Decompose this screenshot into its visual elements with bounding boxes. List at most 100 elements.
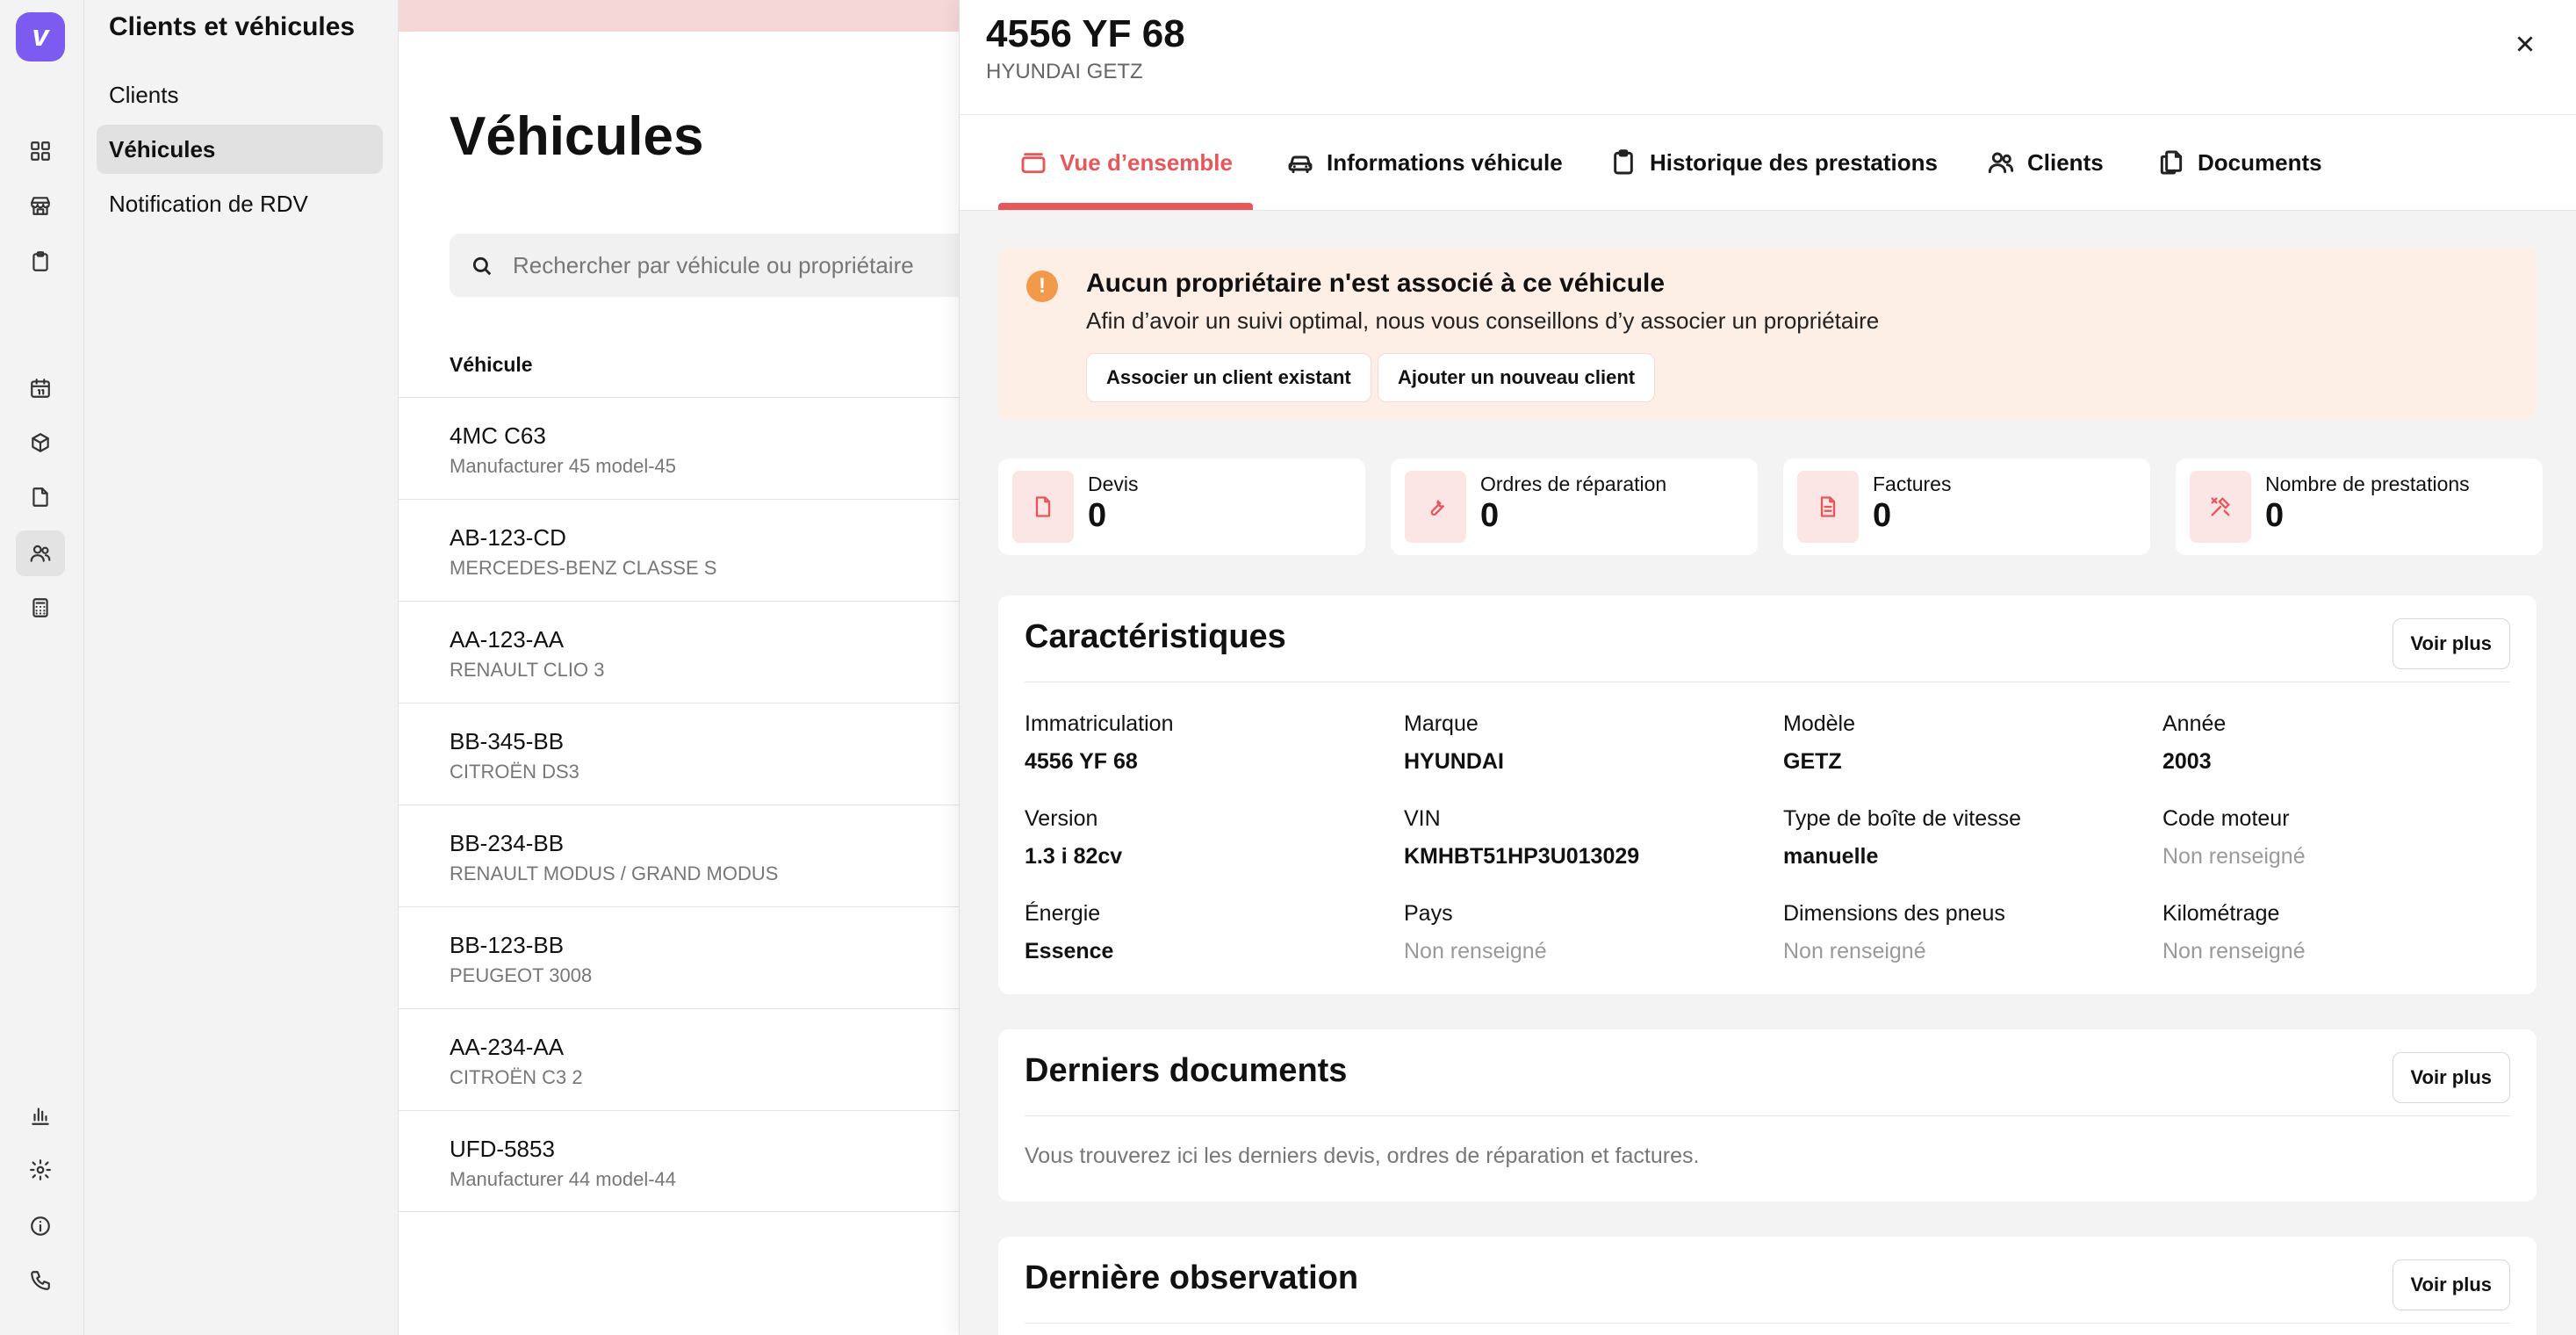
spec-label: Immatriculation [1025,711,1174,736]
table-row[interactable]: 4MC C63 Manufacturer 45 model-45 [399,397,961,499]
stat-label: Ordres de réparation [1480,473,1667,495]
tab-label: Historique des prestations [1650,148,1938,176]
spec-value: 2003 [2162,749,2212,774]
store-icon[interactable] [16,183,65,228]
table-row[interactable]: BB-123-BB PEUGEOT 3008 [399,906,961,1008]
vehicle-list-pane: Véhicules Véhicule 4MC C63 Manufacturer 4… [399,0,976,1335]
spec-label: Kilométrage [2162,901,2280,926]
tab-clients[interactable]: Clients [1987,115,2104,210]
spec-value: 4556 YF 68 [1025,749,1138,774]
app-rail: v [0,0,84,1335]
page-title: Véhicules [450,106,704,167]
voir-plus-caracteristiques-button[interactable]: Voir plus [2392,618,2510,669]
stat-nombre-prestations[interactable]: Nombre de prestations 0 [2176,458,2543,555]
voir-plus-observation-button[interactable]: Voir plus [2392,1259,2510,1310]
row-plate: AA-234-AA [450,1034,565,1060]
users-icon[interactable] [16,530,65,576]
table-row[interactable]: AA-234-AA CITROËN C3 2 [399,1008,961,1110]
phone-icon[interactable] [16,1258,65,1303]
tab-label: Informations véhicule [1327,148,1563,176]
clipboard-icon[interactable] [16,239,65,285]
derniere-observation-card: Dernière observation Voir plus [998,1237,2536,1335]
spec-value: Non renseigné [2162,844,2306,869]
overview-icon [1021,153,1046,174]
row-model: Manufacturer 45 model-45 [450,455,677,477]
search-input[interactable] [513,234,969,297]
spec-annee: Année 2003 [2162,711,2531,775]
package-icon[interactable] [16,420,65,465]
search-icon [472,256,492,276]
spec-label: VIN [1404,806,1441,831]
column-header-vehicule[interactable]: Véhicule [450,353,533,377]
spec-label: Type de boîte de vitesse [1783,806,2022,831]
row-plate: BB-345-BB [450,728,565,754]
calculator-icon[interactable] [16,585,65,631]
spec-value: Non renseigné [1783,939,1926,963]
app-logo[interactable]: v [16,12,65,61]
submenu-item-clients[interactable]: Clients [97,70,383,119]
close-button[interactable] [2508,26,2543,61]
row-plate: 4MC C63 [450,422,546,449]
table-row[interactable]: BB-234-BB RENAULT MODUS / GRAND MODUS [399,805,961,906]
derniers-documents-card: Derniers documents Voir plus Vous trouve… [998,1029,2536,1202]
stat-value: 0 [2265,497,2285,534]
spec-code-moteur: Code moteur Non renseigné [2162,806,2531,870]
submenu-title: Clients et véhicules [109,12,356,41]
warning-icon: ! [1026,271,1058,302]
row-plate: UFD-5853 [450,1136,555,1162]
stat-label: Factures [1873,473,1952,495]
spec-immatriculation: Immatriculation 4556 YF 68 [1025,711,1393,775]
vehicle-rows: 4MC C63 Manufacturer 45 model-45 AB-123-C… [399,397,961,1212]
spec-value: Non renseigné [2162,939,2306,963]
tab-documents[interactable]: Documents [2157,115,2322,210]
info-icon[interactable] [16,1203,65,1249]
spec-dimensions-pneus: Dimensions des pneus Non renseigné [1783,901,2152,964]
no-owner-alert: ! Aucun propriétaire n'est associé à ce … [998,248,2536,420]
table-row[interactable]: AA-123-AA RENAULT CLIO 3 [399,601,961,703]
row-model: RENAULT MODUS / GRAND MODUS [450,862,779,884]
card-title: Dernière observation [1025,1259,1359,1296]
divider [1025,1323,2510,1324]
calendar-icon[interactable] [16,365,65,411]
tab-vue-ensemble[interactable]: Vue d’ensemble [1019,115,1233,210]
car-icon [1288,155,1313,174]
top-banner [399,0,961,32]
spec-value: KMHBT51HP3U013029 [1404,844,1640,869]
search-box [450,234,976,297]
spec-modele: Modèle GETZ [1783,711,2152,775]
chart-icon[interactable] [16,1093,65,1138]
spec-label: Année [2162,711,2227,736]
tab-label: Documents [2198,148,2322,176]
submenu-item-notification-rdv[interactable]: Notification de RDV [97,179,383,228]
spec-value: GETZ [1783,749,1842,774]
spec-marque: Marque HYUNDAI [1404,711,1773,775]
voir-plus-documents-button[interactable]: Voir plus [2392,1052,2510,1103]
card-title: Derniers documents [1025,1052,1348,1089]
active-tab-indicator [998,203,1253,210]
tab-label: Clients [2027,148,2104,176]
row-plate: AB-123-CD [450,524,566,551]
stat-factures[interactable]: Factures 0 [1783,458,2150,555]
dashboard-icon[interactable] [16,128,65,174]
row-model: PEUGEOT 3008 [450,964,593,986]
add-new-client-button[interactable]: Ajouter un nouveau client [1378,353,1656,402]
tab-informations-vehicule[interactable]: Informations véhicule [1286,115,1563,210]
clipboard-icon [1614,149,1633,175]
table-row[interactable]: AB-123-CD MERCEDES-BENZ CLASSE S [399,499,961,601]
row-plate: AA-123-AA [450,626,565,653]
table-row[interactable]: UFD-5853 Manufacturer 44 model-44 [399,1110,961,1212]
stat-ordres-reparation[interactable]: Ordres de réparation 0 [1391,458,1758,555]
stat-devis[interactable]: Devis 0 [998,458,1365,555]
associate-existing-client-button[interactable]: Associer un client existant [1086,353,1371,402]
documents-icon [2160,150,2183,175]
spec-label: Marque [1404,711,1479,736]
vehicle-model-subtitle: HYUNDAI GETZ [986,60,1143,83]
tab-historique-prestations[interactable]: Historique des prestations [1609,115,1938,210]
table-row[interactable]: BB-345-BB CITROËN DS3 [399,703,961,805]
settings-icon[interactable] [16,1147,65,1193]
stat-value: 0 [1480,497,1500,534]
document-icon[interactable] [16,474,65,520]
tools-icon [2190,471,2251,543]
submenu-item-vehicules[interactable]: Véhicules [97,125,383,174]
spec-label: Modèle [1783,711,1855,736]
